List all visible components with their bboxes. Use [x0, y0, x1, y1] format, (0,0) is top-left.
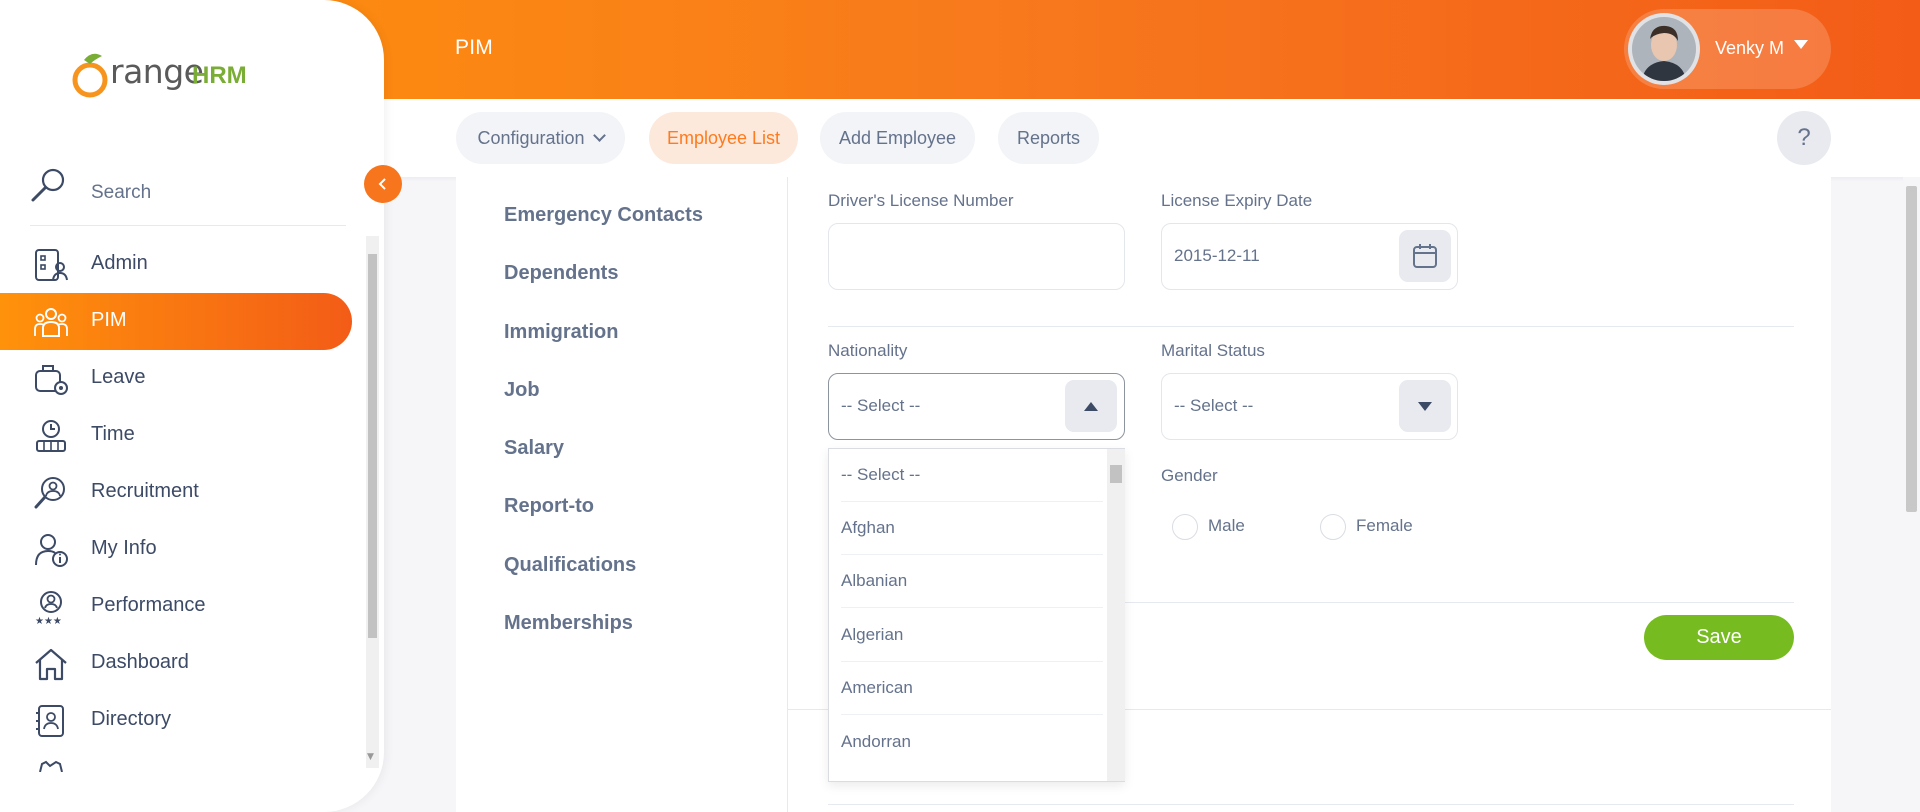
employee-list-label: Employee List [666, 127, 781, 148]
drivers-license-input[interactable] [828, 223, 1125, 290]
sidebar-item-label: My Info [91, 537, 157, 559]
sidebar-item-pim[interactable]: PIM [0, 293, 352, 350]
gender-male-radio[interactable] [1172, 514, 1198, 540]
logo-text: range [110, 52, 204, 91]
sidebar-item-recruitment[interactable]: Recruitment [0, 464, 352, 521]
drivers-license-label: Driver's License Number [828, 191, 1014, 210]
sidebar-item-admin[interactable]: Admin [0, 236, 352, 293]
sidebar-item-my-info[interactable]: My Info [0, 521, 352, 578]
sidebar-item-directory[interactable]: Directory [0, 692, 352, 749]
tab-memberships[interactable]: Memberships [504, 612, 633, 635]
nationality-dropdown[interactable]: -- Select -- Afghan Albanian Algerian Am… [828, 448, 1125, 782]
tab-job[interactable]: Job [504, 379, 540, 402]
chevron-left-icon [378, 178, 386, 190]
directory-icon [36, 705, 64, 737]
logo-hrm: HRM [192, 62, 247, 89]
caret-down-icon[interactable] [1794, 40, 1808, 49]
section-divider [828, 804, 1794, 805]
sidebar-item-performance[interactable]: ★★★ Performance [0, 578, 352, 635]
sidebar-item-label: Directory [91, 708, 172, 730]
svg-text:★★★: ★★★ [35, 616, 62, 625]
caret-up-icon[interactable] [1065, 380, 1117, 432]
gender-male-label[interactable]: Male [1208, 516, 1245, 536]
collapse-sidebar-button[interactable] [364, 165, 402, 203]
tab-dependents[interactable]: Dependents [504, 262, 618, 285]
dropdown-option[interactable]: -- Select -- [841, 449, 1103, 502]
configuration-label: Configuration [477, 127, 585, 148]
tab-employee-list[interactable]: Employee List [649, 112, 798, 164]
calendar-icon[interactable] [1399, 230, 1451, 282]
gender-label: Gender [1161, 466, 1218, 485]
reports-label: Reports [1016, 127, 1081, 148]
tab-salary[interactable]: Salary [504, 437, 564, 460]
chevron-down-icon [592, 128, 606, 142]
performance-icon: ★★★ [35, 591, 62, 625]
gender-female-label[interactable]: Female [1356, 516, 1413, 536]
sidebar-item-label: Leave [91, 366, 146, 388]
dashboard-icon [35, 648, 67, 681]
module-title: PIM [455, 36, 493, 59]
sidebar-item-label: Admin [91, 252, 148, 274]
admin-icon [35, 249, 68, 281]
configuration-menu[interactable]: Configuration [456, 112, 625, 164]
gender-female-radio[interactable] [1320, 514, 1346, 540]
nationality-value: -- Select -- [841, 396, 921, 415]
dropdown-option[interactable]: Albanian [841, 555, 1103, 608]
license-expiry-label: License Expiry Date [1161, 191, 1313, 210]
dropdown-option[interactable]: Afghan [841, 502, 1103, 555]
marital-status-label: Marital Status [1161, 341, 1265, 360]
dropdown-option[interactable]: Algerian [841, 609, 1103, 662]
nationality-label: Nationality [828, 341, 908, 360]
pim-icon [34, 308, 68, 337]
search-label: Search [91, 182, 152, 203]
tab-emergency-contacts[interactable]: Emergency Contacts [504, 204, 703, 227]
dropdown-scroll-thumb[interactable] [1110, 465, 1122, 483]
tab-reports[interactable]: Reports [998, 112, 1099, 164]
search-icon [31, 168, 65, 202]
orangehrm-logo: range HRM [72, 48, 272, 104]
save-button[interactable]: Save [1644, 615, 1794, 660]
sidebar-item-label: Recruitment [91, 480, 199, 502]
marital-status-value: -- Select -- [1174, 396, 1254, 415]
sidebar-item-label: Time [91, 423, 135, 445]
sidebar: range HRM Search Admin PIM Leave Time Re… [0, 0, 384, 812]
help-button[interactable]: ? [1777, 111, 1831, 165]
time-icon [36, 420, 66, 452]
caret-down-icon[interactable] [1399, 380, 1451, 432]
my-info-icon [35, 534, 68, 567]
sidebar-item-time[interactable]: Time [0, 407, 352, 464]
dropdown-option[interactable]: Andorran [841, 716, 1103, 769]
license-expiry-value: 2015-12-11 [1174, 246, 1260, 265]
tab-immigration[interactable]: Immigration [504, 321, 618, 344]
add-employee-label: Add Employee [838, 127, 957, 148]
sidebar-item-dashboard[interactable]: Dashboard [0, 635, 352, 692]
tab-report-to[interactable]: Report-to [504, 495, 594, 518]
scroll-down-arrow-icon[interactable]: ▼ [367, 752, 374, 762]
section-divider [828, 326, 1794, 327]
sidebar-item-label: Performance [91, 594, 206, 616]
tab-add-employee[interactable]: Add Employee [820, 112, 975, 164]
recruitment-icon [34, 477, 65, 509]
page-scroll-thumb[interactable] [1906, 186, 1917, 512]
leave-icon [35, 365, 68, 395]
dropdown-option[interactable]: American [841, 662, 1103, 715]
sidebar-scroll-thumb[interactable] [368, 254, 377, 638]
tab-qualifications[interactable]: Qualifications [504, 554, 636, 577]
sidebar-item-label: Dashboard [91, 651, 189, 673]
user-name[interactable]: Venky M [1715, 38, 1784, 59]
dropdown-scrollbar[interactable] [1107, 449, 1125, 781]
maintenance-icon [39, 760, 63, 772]
avatar[interactable] [1628, 13, 1700, 85]
sidebar-item-label: PIM [91, 309, 127, 331]
sidebar-search[interactable]: Search [30, 160, 346, 226]
sidebar-item-leave[interactable]: Leave [0, 350, 352, 407]
